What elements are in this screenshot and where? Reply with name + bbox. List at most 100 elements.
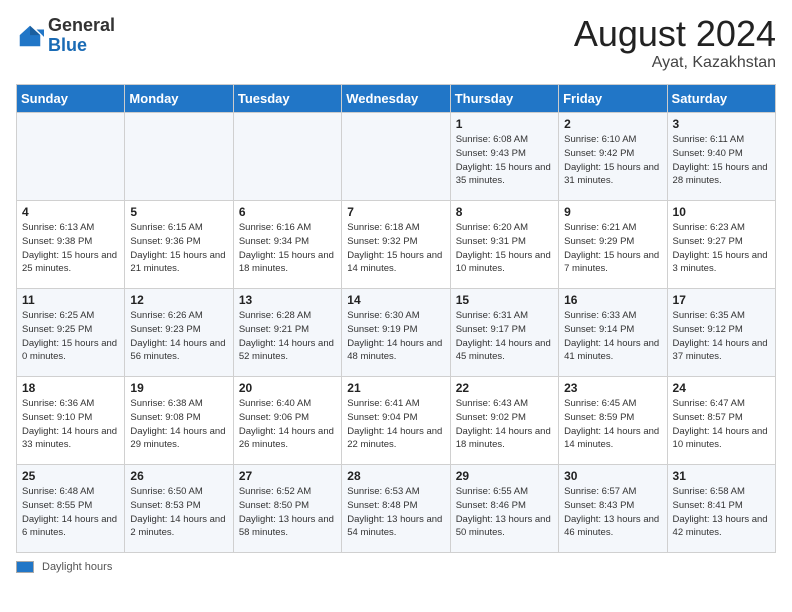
calendar-cell: 3Sunrise: 6:11 AMSunset: 9:40 PMDaylight…	[667, 113, 775, 201]
day-number: 17	[673, 293, 770, 307]
calendar-cell: 16 Sunrise: 6:33 AMSunset: 9:14 PMDayligh…	[559, 289, 667, 377]
location-subtitle: Ayat, Kazakhstan	[574, 54, 776, 72]
day-info: Sunrise: 6:47 AMSunset: 8:57 PMDaylight:…	[673, 397, 770, 452]
header-saturday: Saturday	[667, 85, 775, 113]
calendar-cell	[233, 113, 341, 201]
day-info: Sunrise: 6:11 AMSunset: 9:40 PMDaylight:…	[673, 133, 770, 188]
calendar-week-row: 18 Sunrise: 6:36 AMSunset: 9:10 PMDayligh…	[17, 377, 776, 465]
day-number: 1	[456, 117, 553, 131]
day-info: Sunrise: 6:58 AMSunset: 8:41 PMDaylight:…	[673, 485, 770, 540]
day-info: Sunrise: 6:36 AMSunset: 9:10 PMDaylight:…	[22, 397, 119, 452]
day-number: 15	[456, 293, 553, 307]
day-info: Sunrise: 6:43 AMSunset: 9:02 PMDaylight:…	[456, 397, 553, 452]
day-info: Sunrise: 6:50 AMSunset: 8:53 PMDaylight:…	[130, 485, 227, 540]
calendar-week-row: 1 Sunrise: 6:08 AMSunset: 9:43 PMDaylight…	[17, 113, 776, 201]
logo-blue: Blue	[48, 35, 87, 55]
day-number: 27	[239, 469, 336, 483]
day-info: Sunrise: 6:23 AMSunset: 9:27 PMDaylight:…	[673, 221, 770, 276]
calendar-cell: 18 Sunrise: 6:36 AMSunset: 9:10 PMDayligh…	[17, 377, 125, 465]
day-info: Sunrise: 6:15 AMSunset: 9:36 PMDaylight:…	[130, 221, 227, 276]
day-number: 13	[239, 293, 336, 307]
calendar-cell: 8Sunrise: 6:20 AMSunset: 9:31 PMDaylight…	[450, 201, 558, 289]
day-info: Sunrise: 6:45 AMSunset: 8:59 PMDaylight:…	[564, 397, 661, 452]
header-sunday: Sunday	[17, 85, 125, 113]
calendar-cell: 27 Sunrise: 6:52 AMSunset: 8:50 PMDayligh…	[233, 465, 341, 553]
day-info: Sunrise: 6:38 AMSunset: 9:08 PMDaylight:…	[130, 397, 227, 452]
header-thursday: Thursday	[450, 85, 558, 113]
calendar-cell: 23 Sunrise: 6:45 AMSunset: 8:59 PMDayligh…	[559, 377, 667, 465]
calendar-cell: 21Sunrise: 6:41 AMSunset: 9:04 PMDayligh…	[342, 377, 450, 465]
calendar-cell: 19 Sunrise: 6:38 AMSunset: 9:08 PMDayligh…	[125, 377, 233, 465]
day-info: Sunrise: 6:52 AMSunset: 8:50 PMDaylight:…	[239, 485, 336, 540]
title-block: August 2024 Ayat, Kazakhstan	[574, 16, 776, 72]
day-info: Sunrise: 6:18 AMSunset: 9:32 PMDaylight:…	[347, 221, 444, 276]
calendar-table: SundayMondayTuesdayWednesdayThursdayFrid…	[16, 84, 776, 553]
day-number: 16	[564, 293, 661, 307]
day-info: Sunrise: 6:13 AMSunset: 9:38 PMDaylight:…	[22, 221, 119, 276]
day-number: 24	[673, 381, 770, 395]
calendar-cell: 24 Sunrise: 6:47 AMSunset: 8:57 PMDayligh…	[667, 377, 775, 465]
day-info: Sunrise: 6:33 AMSunset: 9:14 PMDaylight:…	[564, 309, 661, 364]
day-number: 25	[22, 469, 119, 483]
calendar-cell: 7 Sunrise: 6:18 AMSunset: 9:32 PMDaylight…	[342, 201, 450, 289]
calendar-cell: 17Sunrise: 6:35 AMSunset: 9:12 PMDayligh…	[667, 289, 775, 377]
day-info: Sunrise: 6:55 AMSunset: 8:46 PMDaylight:…	[456, 485, 553, 540]
day-number: 18	[22, 381, 119, 395]
day-number: 26	[130, 469, 227, 483]
day-info: Sunrise: 6:26 AMSunset: 9:23 PMDaylight:…	[130, 309, 227, 364]
calendar-week-row: 11 Sunrise: 6:25 AMSunset: 9:25 PMDayligh…	[17, 289, 776, 377]
day-info: Sunrise: 6:16 AMSunset: 9:34 PMDaylight:…	[239, 221, 336, 276]
day-info: Sunrise: 6:10 AMSunset: 9:42 PMDaylight:…	[564, 133, 661, 188]
header-wednesday: Wednesday	[342, 85, 450, 113]
calendar-cell: 13Sunrise: 6:28 AMSunset: 9:21 PMDayligh…	[233, 289, 341, 377]
day-info: Sunrise: 6:21 AMSunset: 9:29 PMDaylight:…	[564, 221, 661, 276]
calendar-cell	[17, 113, 125, 201]
day-number: 4	[22, 205, 119, 219]
day-number: 14	[347, 293, 444, 307]
calendar-cell: 11 Sunrise: 6:25 AMSunset: 9:25 PMDayligh…	[17, 289, 125, 377]
day-number: 10	[673, 205, 770, 219]
daylight-swatch	[16, 561, 34, 573]
calendar-cell: 22 Sunrise: 6:43 AMSunset: 9:02 PMDayligh…	[450, 377, 558, 465]
day-info: Sunrise: 6:57 AMSunset: 8:43 PMDaylight:…	[564, 485, 661, 540]
calendar-cell: 25Sunrise: 6:48 AMSunset: 8:55 PMDayligh…	[17, 465, 125, 553]
day-info: Sunrise: 6:53 AMSunset: 8:48 PMDaylight:…	[347, 485, 444, 540]
calendar-cell: 28 Sunrise: 6:53 AMSunset: 8:48 PMDayligh…	[342, 465, 450, 553]
calendar-week-row: 25Sunrise: 6:48 AMSunset: 8:55 PMDayligh…	[17, 465, 776, 553]
calendar-cell: 14 Sunrise: 6:30 AMSunset: 9:19 PMDayligh…	[342, 289, 450, 377]
day-number: 29	[456, 469, 553, 483]
calendar-cell: 30 Sunrise: 6:57 AMSunset: 8:43 PMDayligh…	[559, 465, 667, 553]
day-info: Sunrise: 6:08 AMSunset: 9:43 PMDaylight:…	[456, 133, 553, 188]
day-info: Sunrise: 6:20 AMSunset: 9:31 PMDaylight:…	[456, 221, 553, 276]
calendar-footer: Daylight hours	[16, 561, 776, 573]
day-number: 31	[673, 469, 770, 483]
day-number: 28	[347, 469, 444, 483]
day-number: 5	[130, 205, 227, 219]
day-number: 11	[22, 293, 119, 307]
calendar-cell: 6 Sunrise: 6:16 AMSunset: 9:34 PMDaylight…	[233, 201, 341, 289]
calendar-week-row: 4 Sunrise: 6:13 AMSunset: 9:38 PMDaylight…	[17, 201, 776, 289]
calendar-cell	[125, 113, 233, 201]
day-number: 21	[347, 381, 444, 395]
day-number: 30	[564, 469, 661, 483]
calendar-cell: 5 Sunrise: 6:15 AMSunset: 9:36 PMDaylight…	[125, 201, 233, 289]
day-info: Sunrise: 6:25 AMSunset: 9:25 PMDaylight:…	[22, 309, 119, 364]
day-number: 9	[564, 205, 661, 219]
calendar-cell: 29 Sunrise: 6:55 AMSunset: 8:46 PMDayligh…	[450, 465, 558, 553]
footer-label: Daylight hours	[42, 561, 112, 573]
month-year-title: August 2024	[574, 16, 776, 52]
day-info: Sunrise: 6:40 AMSunset: 9:06 PMDaylight:…	[239, 397, 336, 452]
calendar-cell: 12Sunrise: 6:26 AMSunset: 9:23 PMDayligh…	[125, 289, 233, 377]
calendar-cell: 26 Sunrise: 6:50 AMSunset: 8:53 PMDayligh…	[125, 465, 233, 553]
day-number: 23	[564, 381, 661, 395]
day-number: 6	[239, 205, 336, 219]
day-number: 19	[130, 381, 227, 395]
day-number: 20	[239, 381, 336, 395]
day-number: 7	[347, 205, 444, 219]
calendar-cell: 1 Sunrise: 6:08 AMSunset: 9:43 PMDaylight…	[450, 113, 558, 201]
calendar-cell	[342, 113, 450, 201]
day-number: 22	[456, 381, 553, 395]
day-info: Sunrise: 6:30 AMSunset: 9:19 PMDaylight:…	[347, 309, 444, 364]
logo-general: General	[48, 15, 115, 35]
header-tuesday: Tuesday	[233, 85, 341, 113]
